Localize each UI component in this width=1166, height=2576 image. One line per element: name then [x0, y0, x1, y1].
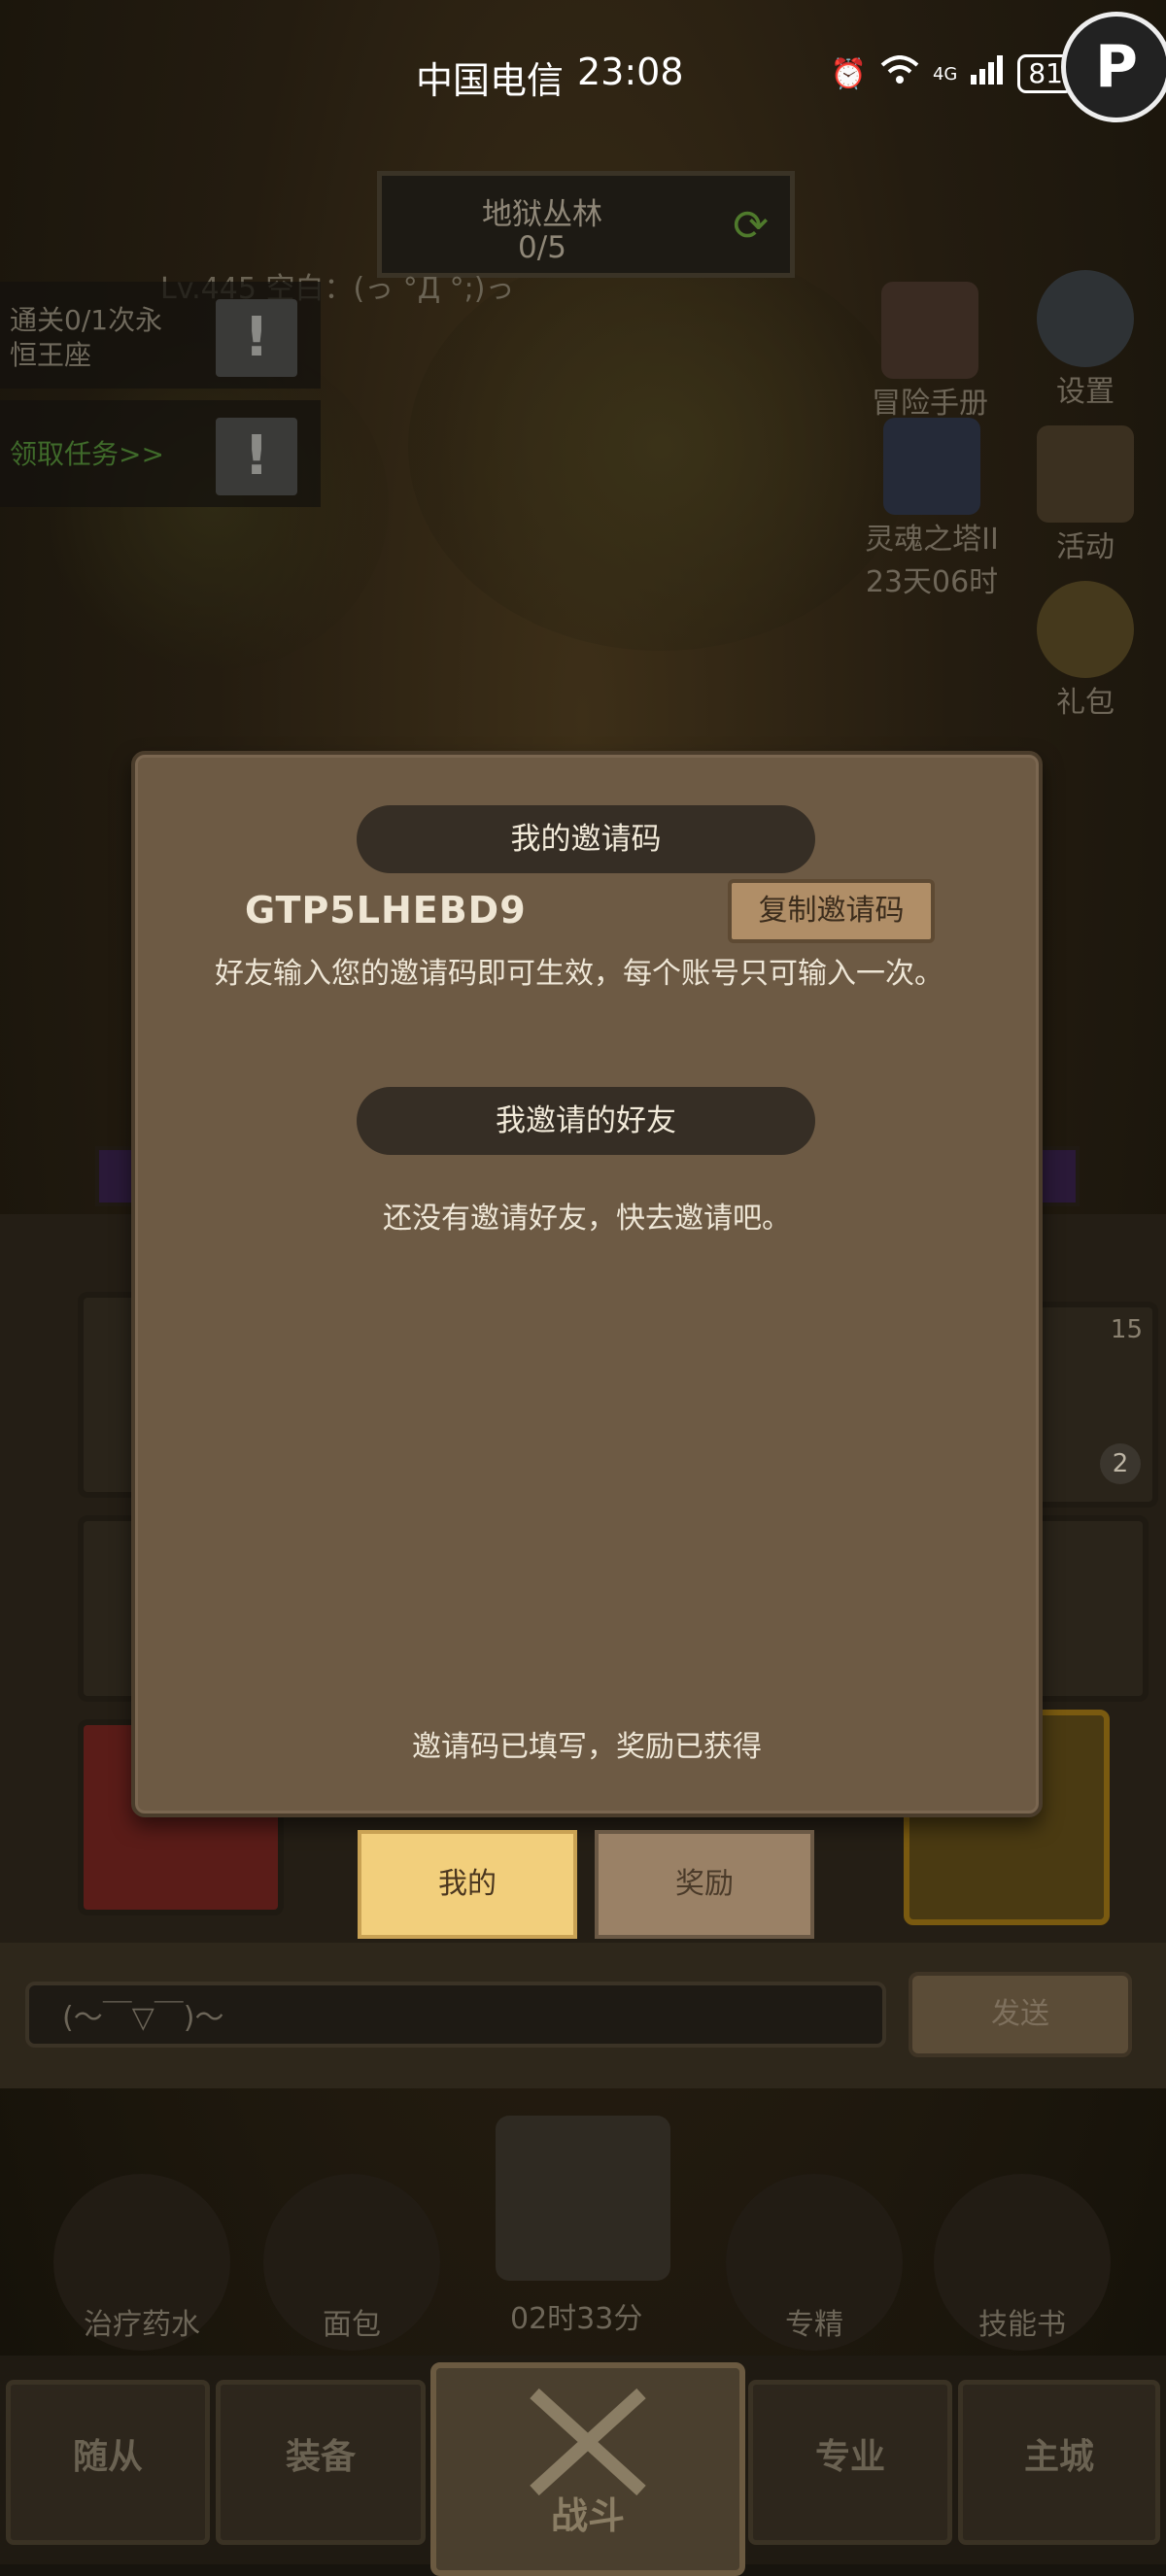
skill-book-button[interactable]: 技能书	[927, 2174, 1117, 2351]
invite-description: 好友输入您的邀请码即可生效，每个账号只可输入一次。	[215, 957, 943, 991]
stage-panel[interactable]: 地狱丛林 0/5 ⟳	[377, 171, 795, 278]
level-badge: 15	[1110, 1315, 1143, 1344]
refresh-icon[interactable]: ⟳	[733, 201, 769, 251]
soul-tower-button[interactable]: 灵魂之塔II 23天06时	[859, 418, 1005, 600]
nav-battle[interactable]: 战斗	[430, 2362, 745, 2576]
invite-code-header: 我的邀请码	[357, 805, 815, 873]
chest-icon	[496, 2116, 670, 2281]
no-friends-message: 还没有邀请好友，快去邀请吧。	[383, 1202, 791, 1236]
healing-potion-button[interactable]: 治疗药水	[47, 2174, 237, 2351]
claim-quest-link[interactable]: 领取任务>>	[10, 437, 164, 472]
side-menu-label: 设置	[1056, 375, 1115, 409]
item-label: 技能书	[978, 2308, 1066, 2342]
nav-city[interactable]: 主城	[958, 2380, 1160, 2545]
settings-button[interactable]: 设置	[1022, 270, 1149, 410]
chat-input[interactable]: (～￣▽￣)～	[25, 1982, 886, 2048]
item-label: 专精	[785, 2308, 843, 2342]
quest-text: 通关0/1次永 恒王座	[10, 303, 162, 373]
count-badge: 2	[1100, 1443, 1141, 1484]
item-label: 治疗药水	[84, 2308, 200, 2342]
quest-claim-panel[interactable]: 领取任务>> !	[0, 400, 321, 507]
quest-text-line: 恒王座	[10, 339, 92, 371]
mastery-button[interactable]: 专精	[719, 2174, 909, 2351]
clock: 23:08	[577, 51, 684, 93]
invite-status-message: 邀请码已填写，奖励已获得	[412, 1730, 762, 1764]
quest-panel[interactable]: 通关0/1次永 恒王座 !	[0, 282, 321, 389]
alert-icon: !	[216, 418, 297, 495]
scroll-icon	[1037, 425, 1134, 523]
tab-reward[interactable]: 奖励	[595, 1830, 814, 1939]
tower-icon	[883, 418, 980, 515]
bread-button[interactable]: 面包	[257, 2174, 447, 2351]
event-button[interactable]: 活动	[1022, 425, 1149, 565]
status-icons: ⏰ 4G 81	[831, 54, 1074, 93]
hero-slot[interactable]: 15 2	[1030, 1302, 1158, 1508]
gift-icon	[1037, 581, 1134, 678]
stage-progress: 0/5	[518, 230, 566, 265]
quest-text-line: 通关0/1次永	[10, 304, 163, 336]
nav-equipment[interactable]: 装备	[216, 2380, 426, 2545]
alarm-icon: ⏰	[830, 56, 867, 91]
treasure-chest-button[interactable]	[486, 2116, 680, 2281]
copy-invite-code-button[interactable]: 复制邀请码	[728, 879, 935, 943]
adventure-book-button[interactable]: 冒险手册	[867, 282, 993, 422]
invite-dialog: 我的邀请码 GTP5LHEBD9 复制邀请码 好友输入您的邀请码即可生效，每个账…	[131, 751, 1043, 1817]
gear-icon	[1037, 270, 1134, 367]
stage-name: 地狱丛林	[482, 197, 602, 232]
carrier-label: 中国电信	[416, 59, 565, 102]
wifi-icon	[880, 55, 919, 92]
gift-pack-button[interactable]: 礼包	[1022, 581, 1149, 721]
signal-icon	[971, 55, 1004, 92]
side-menu-sublabel: 23天06时	[865, 565, 999, 599]
tab-mine[interactable]: 我的	[358, 1830, 577, 1939]
invite-code: GTP5LHEBD9	[245, 889, 527, 932]
crossed-swords-icon	[530, 2388, 646, 2496]
chest-timer: 02时33分	[510, 2302, 643, 2336]
floating-assistant-icon[interactable]: P	[1061, 12, 1166, 122]
side-menu-label: 灵魂之塔II	[865, 523, 999, 557]
book-icon	[881, 282, 978, 379]
send-button[interactable]: 发送	[909, 1972, 1132, 2057]
hero-slot[interactable]	[1030, 1515, 1149, 1702]
alert-icon: !	[216, 299, 297, 377]
invited-friends-header: 我邀请的好友	[357, 1087, 815, 1155]
nav-profession[interactable]: 专业	[748, 2380, 952, 2545]
side-menu-label: 礼包	[1056, 686, 1115, 720]
item-label: 面包	[323, 2308, 381, 2342]
nav-followers[interactable]: 随从	[6, 2380, 210, 2545]
side-menu-label: 活动	[1056, 530, 1115, 564]
network-label: 4G	[932, 63, 958, 85]
nav-battle-label: 战斗	[550, 2494, 625, 2537]
side-menu-label: 冒险手册	[872, 387, 988, 421]
